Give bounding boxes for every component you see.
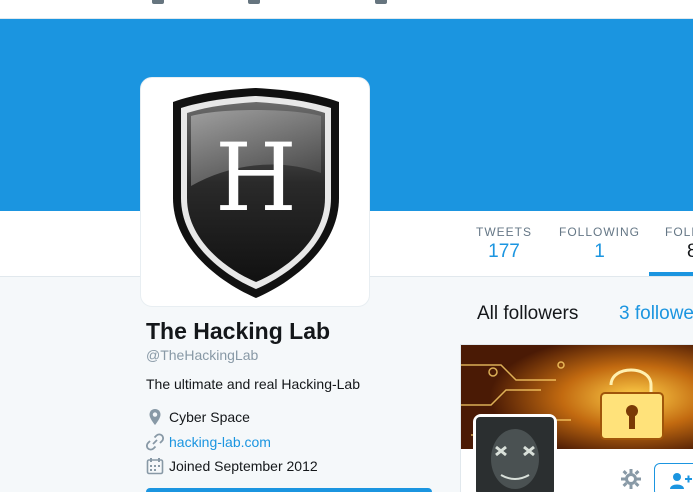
profile-bio: The ultimate and real Hacking-Lab	[146, 376, 361, 392]
followers-count-link[interactable]: 3 followe	[619, 303, 693, 325]
stat-tweets[interactable]: TWEETS 177	[476, 225, 532, 263]
link-icon	[146, 433, 164, 451]
follow-user-icon	[670, 473, 692, 489]
gear-icon[interactable]	[620, 468, 642, 490]
follow-button[interactable]	[654, 463, 693, 492]
stat-tweets-label: TWEETS	[476, 225, 532, 239]
active-tab-indicator	[649, 272, 693, 276]
stat-following[interactable]: FOLLOWING 1	[559, 225, 640, 263]
profile-joined: Joined September 2012	[146, 457, 318, 475]
tweet-to-button[interactable]	[146, 488, 432, 492]
stat-following-value: 1	[594, 241, 605, 262]
location-icon	[149, 409, 161, 425]
masked-face-icon	[476, 417, 554, 492]
joined-text: Joined September 2012	[169, 458, 318, 474]
profile-handle[interactable]: @TheHackingLab	[146, 347, 258, 363]
home-icon[interactable]	[152, 0, 164, 4]
stat-followers-value: 8	[687, 241, 693, 262]
follower-avatar[interactable]	[473, 414, 557, 492]
profile-name[interactable]: The Hacking Lab	[146, 318, 330, 345]
calendar-icon	[146, 458, 164, 475]
notifications-icon[interactable]	[375, 0, 387, 4]
top-navigation-bar	[0, 0, 693, 19]
profile-location: Cyber Space	[146, 408, 250, 426]
location-text: Cyber Space	[169, 409, 250, 425]
stat-followers[interactable]: FOLL 8	[665, 225, 693, 263]
stat-following-label: FOLLOWING	[559, 225, 641, 239]
moments-icon[interactable]	[248, 0, 260, 4]
stat-followers-label: FOLL	[665, 225, 693, 239]
website-link[interactable]: hacking-lab.com	[169, 434, 271, 450]
avatar-letter: H	[215, 124, 297, 233]
profile-avatar[interactable]: H	[140, 77, 370, 307]
shield-logo-icon: H	[173, 88, 339, 298]
all-followers-tab[interactable]: All followers	[477, 303, 578, 325]
profile-website: hacking-lab.com	[146, 433, 271, 451]
stat-tweets-value: 177	[488, 241, 520, 262]
